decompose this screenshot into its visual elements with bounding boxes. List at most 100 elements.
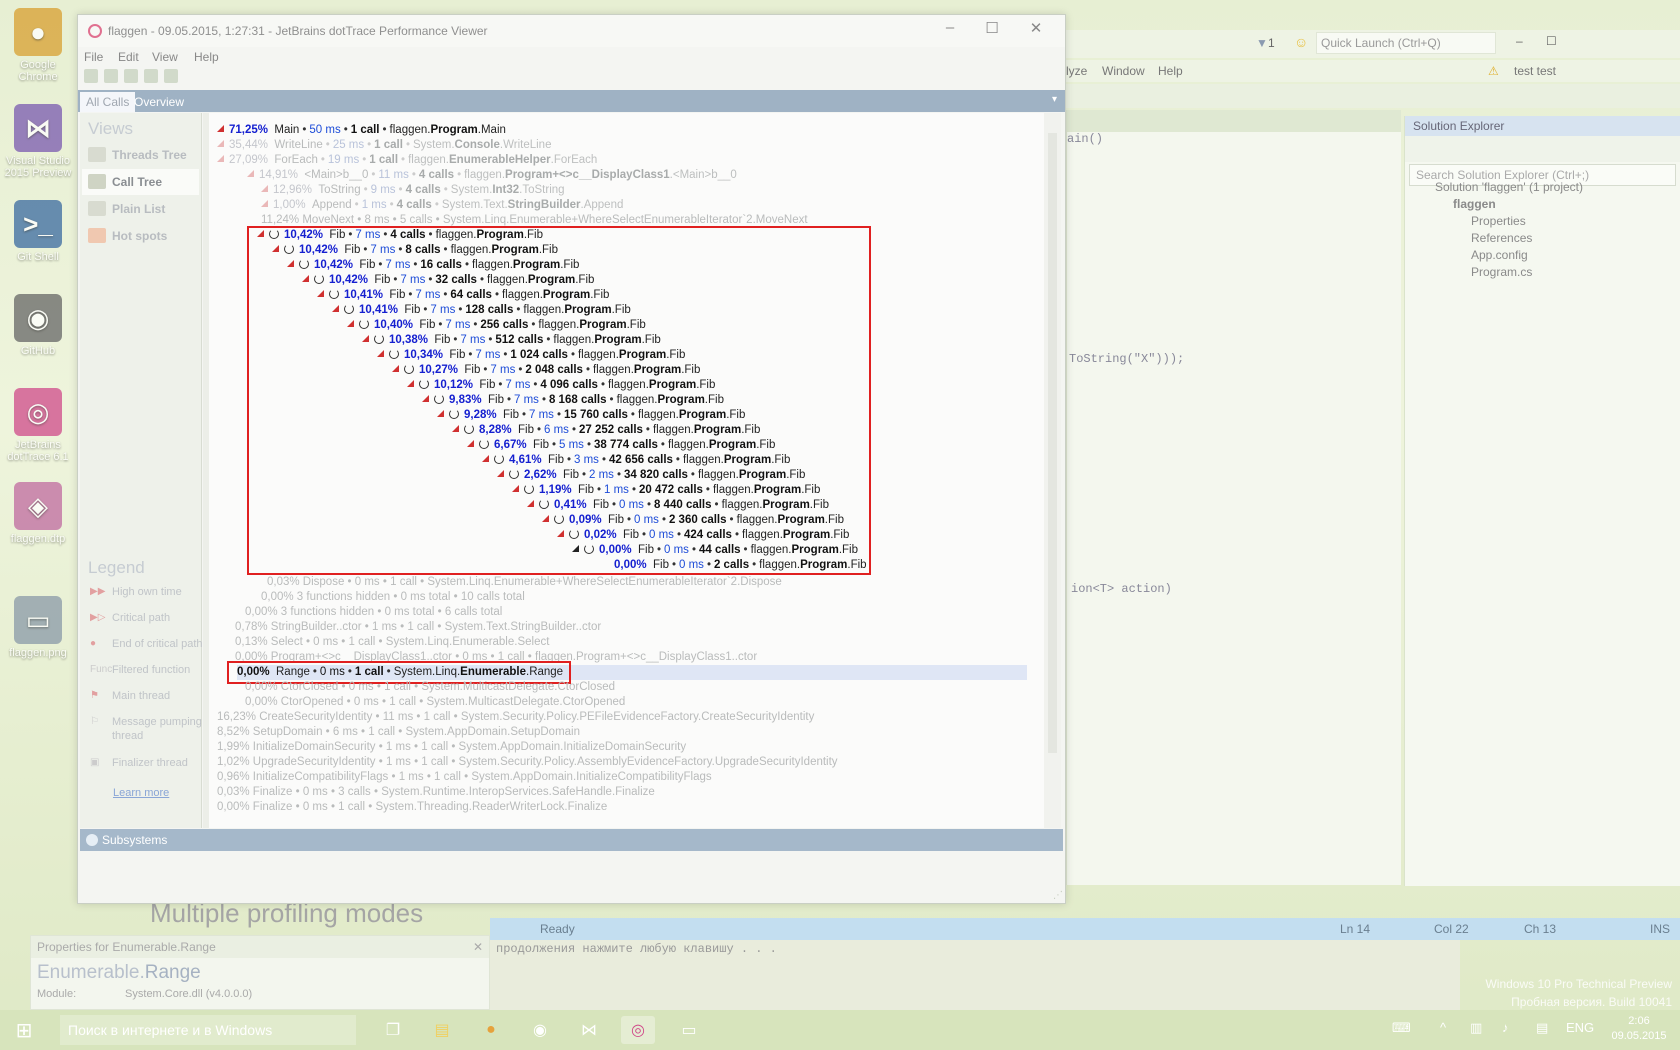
menu-edit[interactable]: Edit	[118, 50, 139, 64]
dottrace-icon[interactable]: ◎	[621, 1016, 655, 1044]
desktop-icon[interactable]: ⋈ Visual Studio 2015 Preview	[0, 104, 76, 179]
qualified-name: flaggen.EnumerableHelper.ForEach	[408, 154, 598, 166]
keyboard-icon[interactable]: ⌨	[1392, 1020, 1411, 1036]
view-threads-tree[interactable]: Threads Tree	[82, 142, 199, 168]
call-tree-row[interactable]: 1,02% UpgradeSecurityIdentity • 1 ms • 1…	[217, 755, 838, 770]
volume-icon[interactable]: ♪	[1502, 1020, 1509, 1035]
resize-grip-icon[interactable]: ⋰	[1053, 890, 1063, 901]
vs-menu-window[interactable]: Window	[1102, 64, 1145, 78]
menu-file[interactable]: File	[84, 50, 103, 64]
expand-triangle-icon[interactable]	[217, 155, 224, 162]
clock[interactable]: 2:06 09.05.2015	[1602, 1014, 1676, 1044]
view-plain-list[interactable]: Plain List	[82, 196, 199, 222]
call-tree-row[interactable]: 71,25% Main • 50 ms • 1 call • flaggen.Program…	[217, 123, 506, 138]
language-indicator[interactable]: ENG	[1566, 1020, 1594, 1035]
call-tree-row[interactable]: 0,96% InitializeCompatibilityFlags • 1 m…	[217, 770, 712, 785]
solution-node[interactable]: Solution 'flaggen' (1 project)	[1435, 180, 1583, 194]
notifications-icon[interactable]: ▤	[1536, 1020, 1548, 1036]
visual-studio-icon[interactable]: ⋈	[572, 1016, 606, 1044]
tree-scrollbar[interactable]	[1044, 113, 1061, 828]
vs-toolbar	[1066, 84, 1680, 108]
call-tree-row[interactable]: 0,00% 3 functions hidden • 0 ms total • …	[261, 590, 525, 605]
minimize-icon[interactable]: –	[1516, 34, 1523, 48]
tray-expand-icon[interactable]: ^	[1440, 1020, 1446, 1035]
network-icon[interactable]: ▥	[1470, 1020, 1482, 1036]
call-tree-row[interactable]: 0,78% StringBuilder..ctor • 1 ms • 1 cal…	[235, 620, 601, 635]
close-icon[interactable]: ✕	[473, 940, 483, 954]
compare-icon[interactable]	[144, 69, 158, 83]
call-tree-row[interactable]: 0,03% Finalize • 0 ms • 3 calls • System…	[217, 785, 655, 800]
call-tree-row[interactable]: 1,00% Append • 1 ms • 4 calls • System.Text.St…	[261, 198, 623, 213]
expand-triangle-icon[interactable]	[261, 200, 268, 207]
call-tree-row[interactable]: 12,96% ToString • 9 ms • 4 calls • System.Int3…	[261, 183, 565, 198]
call-tree-row[interactable]: 35,44% WriteLine • 25 ms • 1 call • System.Con…	[217, 138, 551, 153]
call-tree-row[interactable]: 14,91% <Main>b__0 • 11 ms • 4 calls • flaggen.…	[247, 168, 737, 183]
call-tree-row[interactable]: 0,00% 3 functions hidden • 0 ms total • …	[245, 605, 502, 620]
time-ms: 11 ms	[378, 169, 409, 181]
call-tree-row[interactable]: 0,03% Dispose • 0 ms • 1 call • System.L…	[267, 575, 782, 590]
maximize-icon[interactable]: ☐	[1546, 34, 1557, 48]
vs-menu-help[interactable]: Help	[1158, 64, 1183, 78]
maximize-icon[interactable]: ☐	[970, 19, 1014, 41]
chrome-icon[interactable]: ●	[474, 1016, 508, 1044]
call-tree-row[interactable]: 16,23% CreateSecurityIdentity • 11 ms • …	[217, 710, 814, 725]
close-icon[interactable]: ✕	[1014, 19, 1058, 41]
expand-triangle-icon[interactable]	[247, 170, 254, 177]
dottrace-window: flaggen - 09.05.2015, 1:27:31 - JetBrain…	[77, 14, 1066, 904]
desktop-icon[interactable]: ● Google Chrome	[0, 8, 76, 83]
learn-more-link[interactable]: Learn more	[113, 787, 169, 799]
windows-start-icon[interactable]: ⊞	[0, 1010, 48, 1050]
call-tree-row[interactable]: 0,00% CtorOpened • 0 ms • 1 call • Syste…	[245, 695, 625, 710]
call-tree-row[interactable]: 0,00% Finalize • 0 ms • 1 call • System.…	[217, 800, 607, 815]
save-icon[interactable]	[104, 69, 118, 83]
expand-triangle-icon[interactable]	[217, 140, 224, 147]
git-icon[interactable]: ◉	[523, 1016, 557, 1044]
tab-overview[interactable]: Overview	[128, 92, 190, 112]
call-tree-row[interactable]: 27,09% ForEach • 19 ms • 1 call • flaggen.Enum…	[217, 153, 597, 168]
export-icon[interactable]	[164, 69, 178, 83]
console-icon[interactable]: ▭	[672, 1016, 706, 1044]
view-hot-spots[interactable]: Hot spots	[82, 223, 199, 249]
call-tree-row[interactable]: 0,13% Select • 0 ms • 1 call • System.Li…	[235, 635, 549, 650]
expand-triangle-icon[interactable]	[217, 125, 224, 132]
minimize-icon[interactable]: –	[928, 19, 972, 41]
taskbar-search-input[interactable]: Поиск в интернете и в Windows	[60, 1015, 356, 1045]
filter-icon[interactable]: ▼	[1256, 36, 1268, 50]
desktop-icon[interactable]: ◉ GitHub	[0, 294, 76, 357]
filtered-function-icon: Func	[90, 664, 113, 675]
snapshot-icon[interactable]	[124, 69, 138, 83]
function-name: Append	[312, 199, 352, 211]
desktop-icon[interactable]: ◈ flaggen.dtp	[0, 482, 76, 545]
subsystems-bar[interactable]: Subsystems	[80, 829, 1063, 851]
solution-explorer-toolbar	[1405, 136, 1680, 162]
expand-triangle-icon[interactable]	[261, 185, 268, 192]
solution-explorer: Solution Explorer Search Solution Explor…	[1404, 116, 1680, 886]
task-view-icon[interactable]: ❐	[376, 1016, 410, 1044]
scrollbar-thumb[interactable]	[1048, 133, 1057, 753]
call-tree-row[interactable]: 8,52% SetupDomain • 6 ms • 1 call • Syst…	[217, 725, 580, 740]
open-icon[interactable]	[84, 69, 98, 83]
file-explorer-icon[interactable]: ▤	[425, 1016, 459, 1044]
call-tree-row[interactable]: 0,00% CtorClosed • 0 ms • 1 call • Syste…	[245, 680, 615, 695]
program-cs-node[interactable]: Program.cs	[1471, 265, 1532, 279]
view-call-tree[interactable]: Call Tree	[82, 169, 199, 195]
vs-menu-analyze[interactable]: lyze	[1066, 64, 1087, 78]
properties-node[interactable]: Properties	[1471, 214, 1526, 228]
feedback-icon[interactable]: ☺	[1294, 34, 1308, 50]
desktop-icon[interactable]: >_ Git Shell	[0, 200, 76, 263]
menu-help[interactable]: Help	[194, 50, 219, 64]
desktop-icon[interactable]: ◎ JetBrains dotTrace 6.1	[0, 388, 76, 463]
app-config-node[interactable]: App.config	[1471, 248, 1528, 262]
call-tree-row[interactable]: 1,99% InitializeDomainSecurity • 1 ms • …	[217, 740, 686, 755]
vs-user-name[interactable]: test test	[1514, 64, 1556, 78]
legend-filtered-function: Func Filtered function	[90, 664, 191, 676]
references-node[interactable]: References	[1471, 231, 1532, 245]
tab-dropdown-icon[interactable]: ▾	[1052, 94, 1057, 105]
desktop-icon[interactable]: ▭ flaggen.png	[0, 596, 76, 659]
project-node[interactable]: flaggen	[1453, 197, 1496, 211]
call-count: 1 call	[350, 124, 380, 136]
critical-path-icon: ▶▷	[90, 612, 106, 623]
desktop-app-icon: >_	[14, 200, 62, 248]
quick-launch-input[interactable]: Quick Launch (Ctrl+Q)	[1316, 32, 1496, 54]
menu-view[interactable]: View	[152, 50, 178, 64]
